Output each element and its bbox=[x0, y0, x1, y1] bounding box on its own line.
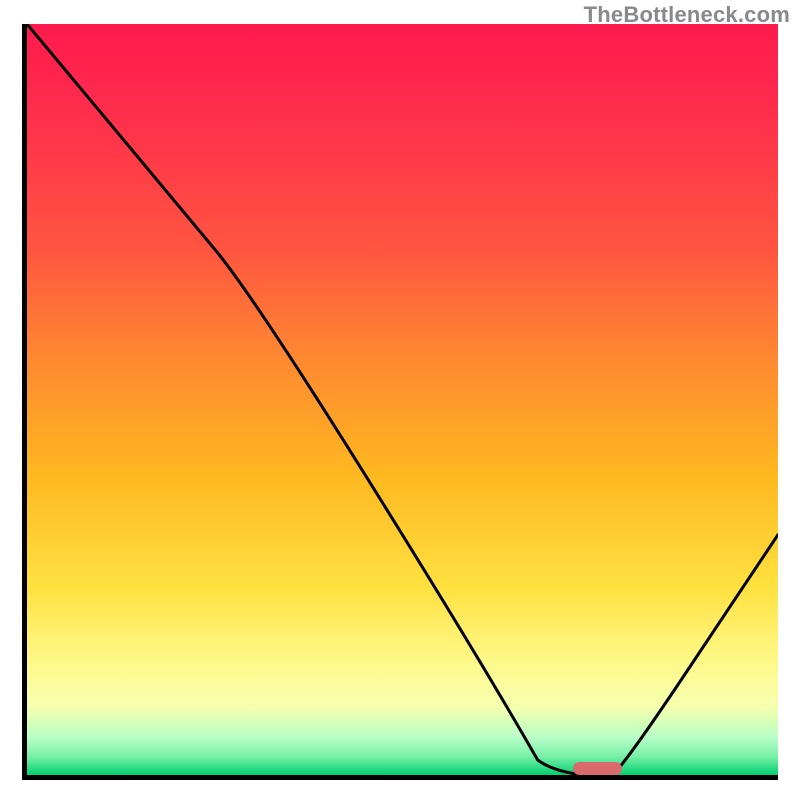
optimal-range-marker bbox=[573, 762, 622, 775]
chart-frame bbox=[22, 24, 778, 780]
bottleneck-curve bbox=[27, 24, 778, 775]
